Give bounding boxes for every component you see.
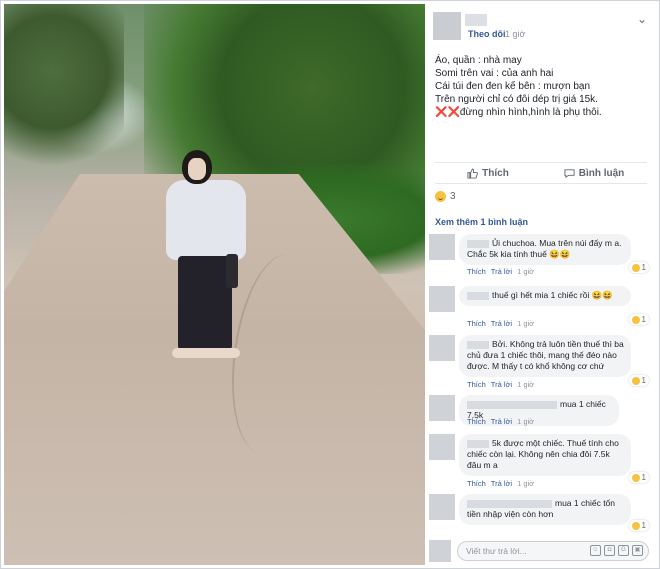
comment-meta: Thích Trả lời 1 giờ — [467, 479, 539, 488]
cross-mark-icon: ❌❌ — [435, 107, 460, 118]
comment-reaction[interactable]: 1 — [628, 520, 649, 531]
comment-time[interactable]: 1 giờ — [517, 417, 534, 426]
comment-reaction-count: 1 — [641, 263, 646, 272]
comment-reply-link[interactable]: Trả lời — [491, 319, 512, 328]
commenter-name-redacted[interactable] — [467, 291, 489, 300]
post-caption: Áo, quần : nhà may Somi trên vai : của a… — [425, 54, 655, 119]
reply-composer: Viết thư trả lời... ☺ ◘ G ▣ — [429, 540, 651, 562]
comment-text: Ủi chuchoa. Mua trên núi đấy m a. Chắc 5… — [467, 238, 622, 259]
commenter-avatar[interactable] — [429, 494, 455, 520]
comment-text: 5k được một chiếc. Thuế tính cho chiếc c… — [467, 438, 619, 470]
commenter-avatar[interactable] — [429, 335, 455, 361]
comment-bubble: thuế gì hết mia 1 chiếc rồi 😆😆 — [459, 286, 631, 306]
commenter-name-redacted[interactable] — [467, 340, 489, 349]
haha-emoji-icon — [631, 521, 640, 530]
haha-emoji-icon — [631, 376, 640, 385]
comment-like-link[interactable]: Thích — [467, 267, 486, 276]
poster-avatar[interactable] — [433, 12, 461, 40]
caption-line-warning: ❌❌đừng nhìn hình,hình là phụ thôi. — [435, 106, 645, 119]
comment-like-link[interactable]: Thích — [467, 319, 486, 328]
comment-meta: Thích Trả lời 1 giờ — [467, 267, 539, 276]
comment-meta: Thích Trả lời 1 giờ — [467, 417, 539, 426]
comment-bubble: mua 1 chiếc tốn tiền nhập viện còn hơn — [459, 494, 631, 525]
comment-reaction[interactable]: 1 — [628, 262, 649, 273]
post-photo[interactable] — [4, 4, 425, 565]
comment-reaction[interactable]: 1 — [628, 375, 649, 386]
person-sandals — [172, 348, 240, 358]
comment-time[interactable]: 1 giờ — [517, 319, 534, 328]
comment-bubble: Bởi. Không trả luôn tiền thuế thì ba chủ… — [459, 335, 631, 377]
caption-line: Trên người chỉ có đôi dép trị giá 15k. — [435, 94, 598, 105]
gif-icon[interactable]: G — [618, 545, 629, 556]
comment-button[interactable]: Bình luận — [541, 163, 647, 183]
commenter-name-redacted[interactable] — [467, 439, 489, 448]
reply-placeholder: Viết thư trả lời... — [466, 546, 527, 556]
comment-reaction[interactable]: 1 — [628, 314, 649, 325]
comment-like-link[interactable]: Thích — [467, 417, 486, 426]
reply-input[interactable]: Viết thư trả lời... ☺ ◘ G ▣ — [457, 541, 649, 561]
caption-line: Áo, quần : nhà may — [435, 55, 522, 66]
post-actions: Thích Bình luận — [435, 162, 647, 184]
comment-reply-link[interactable]: Trả lời — [491, 417, 512, 426]
smiley-icon[interactable]: ☺ — [590, 545, 601, 556]
person-face — [188, 158, 206, 180]
haha-emoji-icon — [631, 263, 640, 272]
caption-line: Cái túi đen đen kế bên : mượn bạn — [435, 81, 591, 92]
commenter-avatar[interactable] — [429, 234, 455, 260]
camera-icon[interactable]: ◘ — [604, 545, 615, 556]
comment-bubble: 5k được một chiếc. Thuế tính cho chiếc c… — [459, 434, 631, 476]
composer-icons: ☺ ◘ G ▣ — [590, 545, 643, 556]
photo-trees-left — [4, 4, 124, 174]
comment-text: thuế gì hết mia 1 chiếc rồi 😆😆 — [492, 290, 613, 300]
post-header: Theo dõi 1 giờ ⌄ — [425, 4, 655, 54]
follow-link[interactable]: Theo dõi — [468, 29, 506, 39]
comment-label: Bình luận — [578, 167, 625, 179]
comment-reaction-count: 1 — [641, 315, 646, 324]
commenter-avatar[interactable] — [429, 395, 455, 421]
commenter-avatar[interactable] — [429, 286, 455, 312]
comment-text: Bởi. Không trả luôn tiền thuế thì ba chủ… — [467, 339, 624, 371]
comment-reply-link[interactable]: Trả lời — [491, 380, 512, 389]
comment-reaction-count: 1 — [641, 376, 646, 385]
person-shirt — [166, 180, 246, 260]
like-label: Thích — [482, 167, 509, 179]
chevron-down-icon[interactable]: ⌄ — [637, 12, 647, 26]
reaction-summary[interactable]: 3 — [435, 191, 456, 202]
comment-time[interactable]: 1 giờ — [517, 267, 534, 276]
comment-like-link[interactable]: Thích — [467, 479, 486, 488]
caption-line: Somi trên vai : của anh hai — [435, 68, 554, 79]
comment-reply-link[interactable]: Trả lời — [491, 267, 512, 276]
haha-emoji-icon — [631, 315, 640, 324]
person-pants — [178, 256, 232, 350]
current-user-avatar — [429, 540, 451, 562]
comment-time[interactable]: 1 giờ — [517, 380, 534, 389]
commenter-name-redacted[interactable] — [467, 499, 552, 508]
comment-reaction[interactable]: 1 — [628, 472, 649, 483]
like-button[interactable]: Thích — [435, 163, 541, 183]
poster-name-redacted[interactable] — [465, 14, 487, 26]
caption-line: đừng nhìn hình,hình là phụ thôi. — [459, 107, 602, 118]
speech-bubble-icon — [564, 168, 575, 178]
haha-emoji-icon — [435, 191, 446, 202]
comment-meta: Thích Trả lời 1 giờ — [467, 380, 539, 389]
comment-bubble: Ủi chuchoa. Mua trên núi đấy m a. Chắc 5… — [459, 234, 631, 265]
thumbs-up-icon — [467, 167, 479, 179]
sticker-icon[interactable]: ▣ — [632, 545, 643, 556]
comment-meta: Thích Trả lời 1 giờ — [467, 319, 539, 328]
comment-reply-link[interactable]: Trả lời — [491, 479, 512, 488]
comment-time[interactable]: 1 giờ — [517, 479, 534, 488]
person-bag — [226, 254, 238, 288]
comment-reaction-count: 1 — [641, 473, 646, 482]
commenter-avatar[interactable] — [429, 434, 455, 460]
view-more-comments-link[interactable]: Xem thêm 1 bình luận — [435, 217, 528, 227]
commenter-name-redacted[interactable] — [467, 400, 557, 409]
post-panel: Theo dõi 1 giờ ⌄ Áo, quần : nhà may Somi… — [425, 4, 655, 565]
comment-reaction-count: 1 — [641, 521, 646, 530]
comment-like-link[interactable]: Thích — [467, 380, 486, 389]
haha-emoji-icon — [631, 473, 640, 482]
photo-person — [164, 150, 254, 370]
post-time[interactable]: 1 giờ — [505, 29, 525, 39]
reaction-count: 3 — [450, 191, 456, 202]
commenter-name-redacted[interactable] — [467, 239, 489, 248]
